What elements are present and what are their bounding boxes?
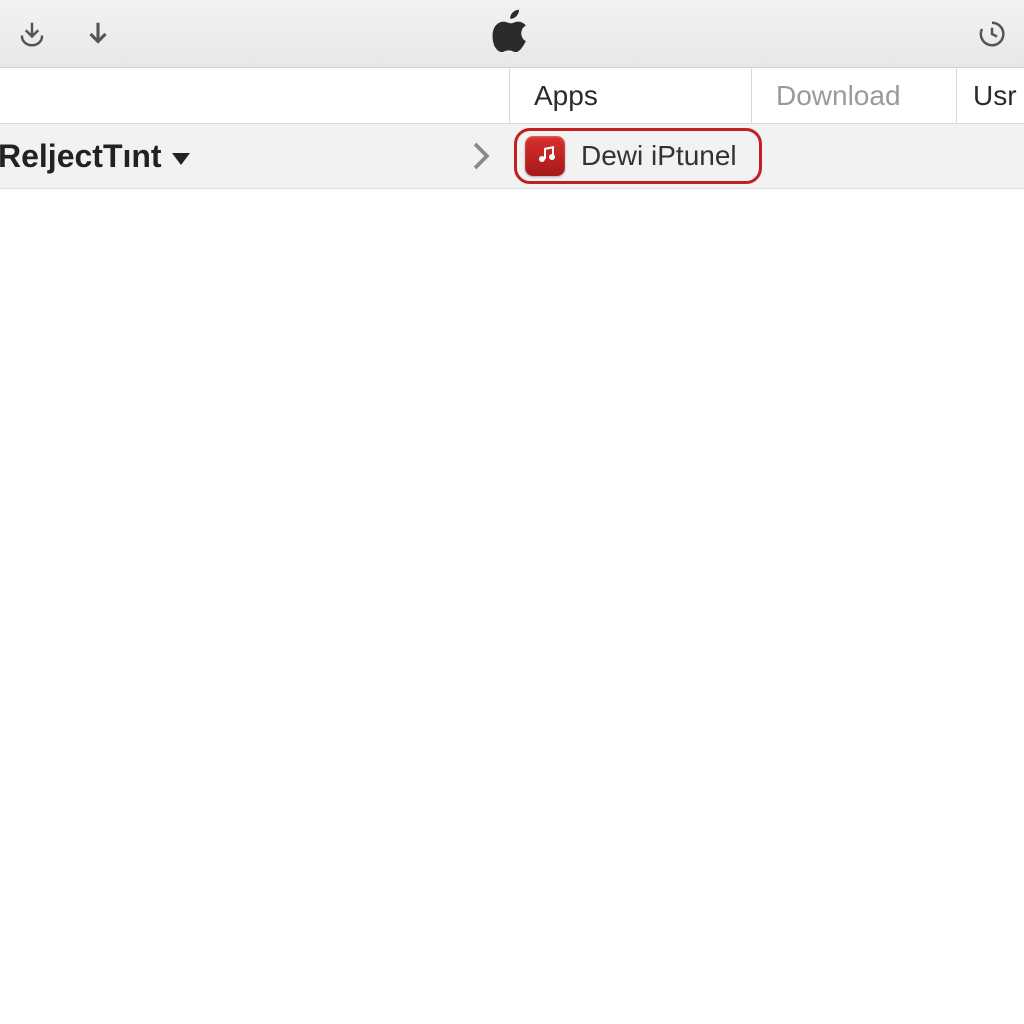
tabs-spacer	[0, 68, 510, 123]
apple-logo-icon	[490, 9, 534, 58]
toolbar-right-group	[974, 16, 1010, 52]
breadcrumb-dropdown-label: ReljectTınt	[0, 138, 162, 175]
tab-label: Apps	[534, 80, 598, 112]
breadcrumb-item-selected[interactable]: Dewi iPtunel	[514, 128, 762, 184]
tab-label: Usr	[973, 80, 1017, 112]
tab-apps[interactable]: Apps	[510, 68, 752, 123]
toolbar-left-group	[14, 16, 116, 52]
breadcrumb-row: ReljectTınt Dewi iPtunel	[0, 124, 1024, 189]
top-toolbar	[0, 0, 1024, 68]
chevron-right-icon	[470, 138, 492, 174]
music-note-icon	[525, 136, 565, 176]
tab-usr[interactable]: Usr	[957, 68, 1024, 123]
breadcrumb-dropdown[interactable]: ReljectTınt	[0, 138, 190, 175]
download-arrow-icon[interactable]	[80, 16, 116, 52]
tabs-row: Apps Download Usr	[0, 68, 1024, 124]
history-clock-icon[interactable]	[974, 16, 1010, 52]
breadcrumb-item-label: Dewi iPtunel	[581, 140, 737, 172]
download-tray-icon[interactable]	[14, 16, 50, 52]
tab-download[interactable]: Download	[752, 68, 957, 123]
tab-label: Download	[776, 80, 901, 112]
chevron-down-icon	[172, 153, 190, 165]
